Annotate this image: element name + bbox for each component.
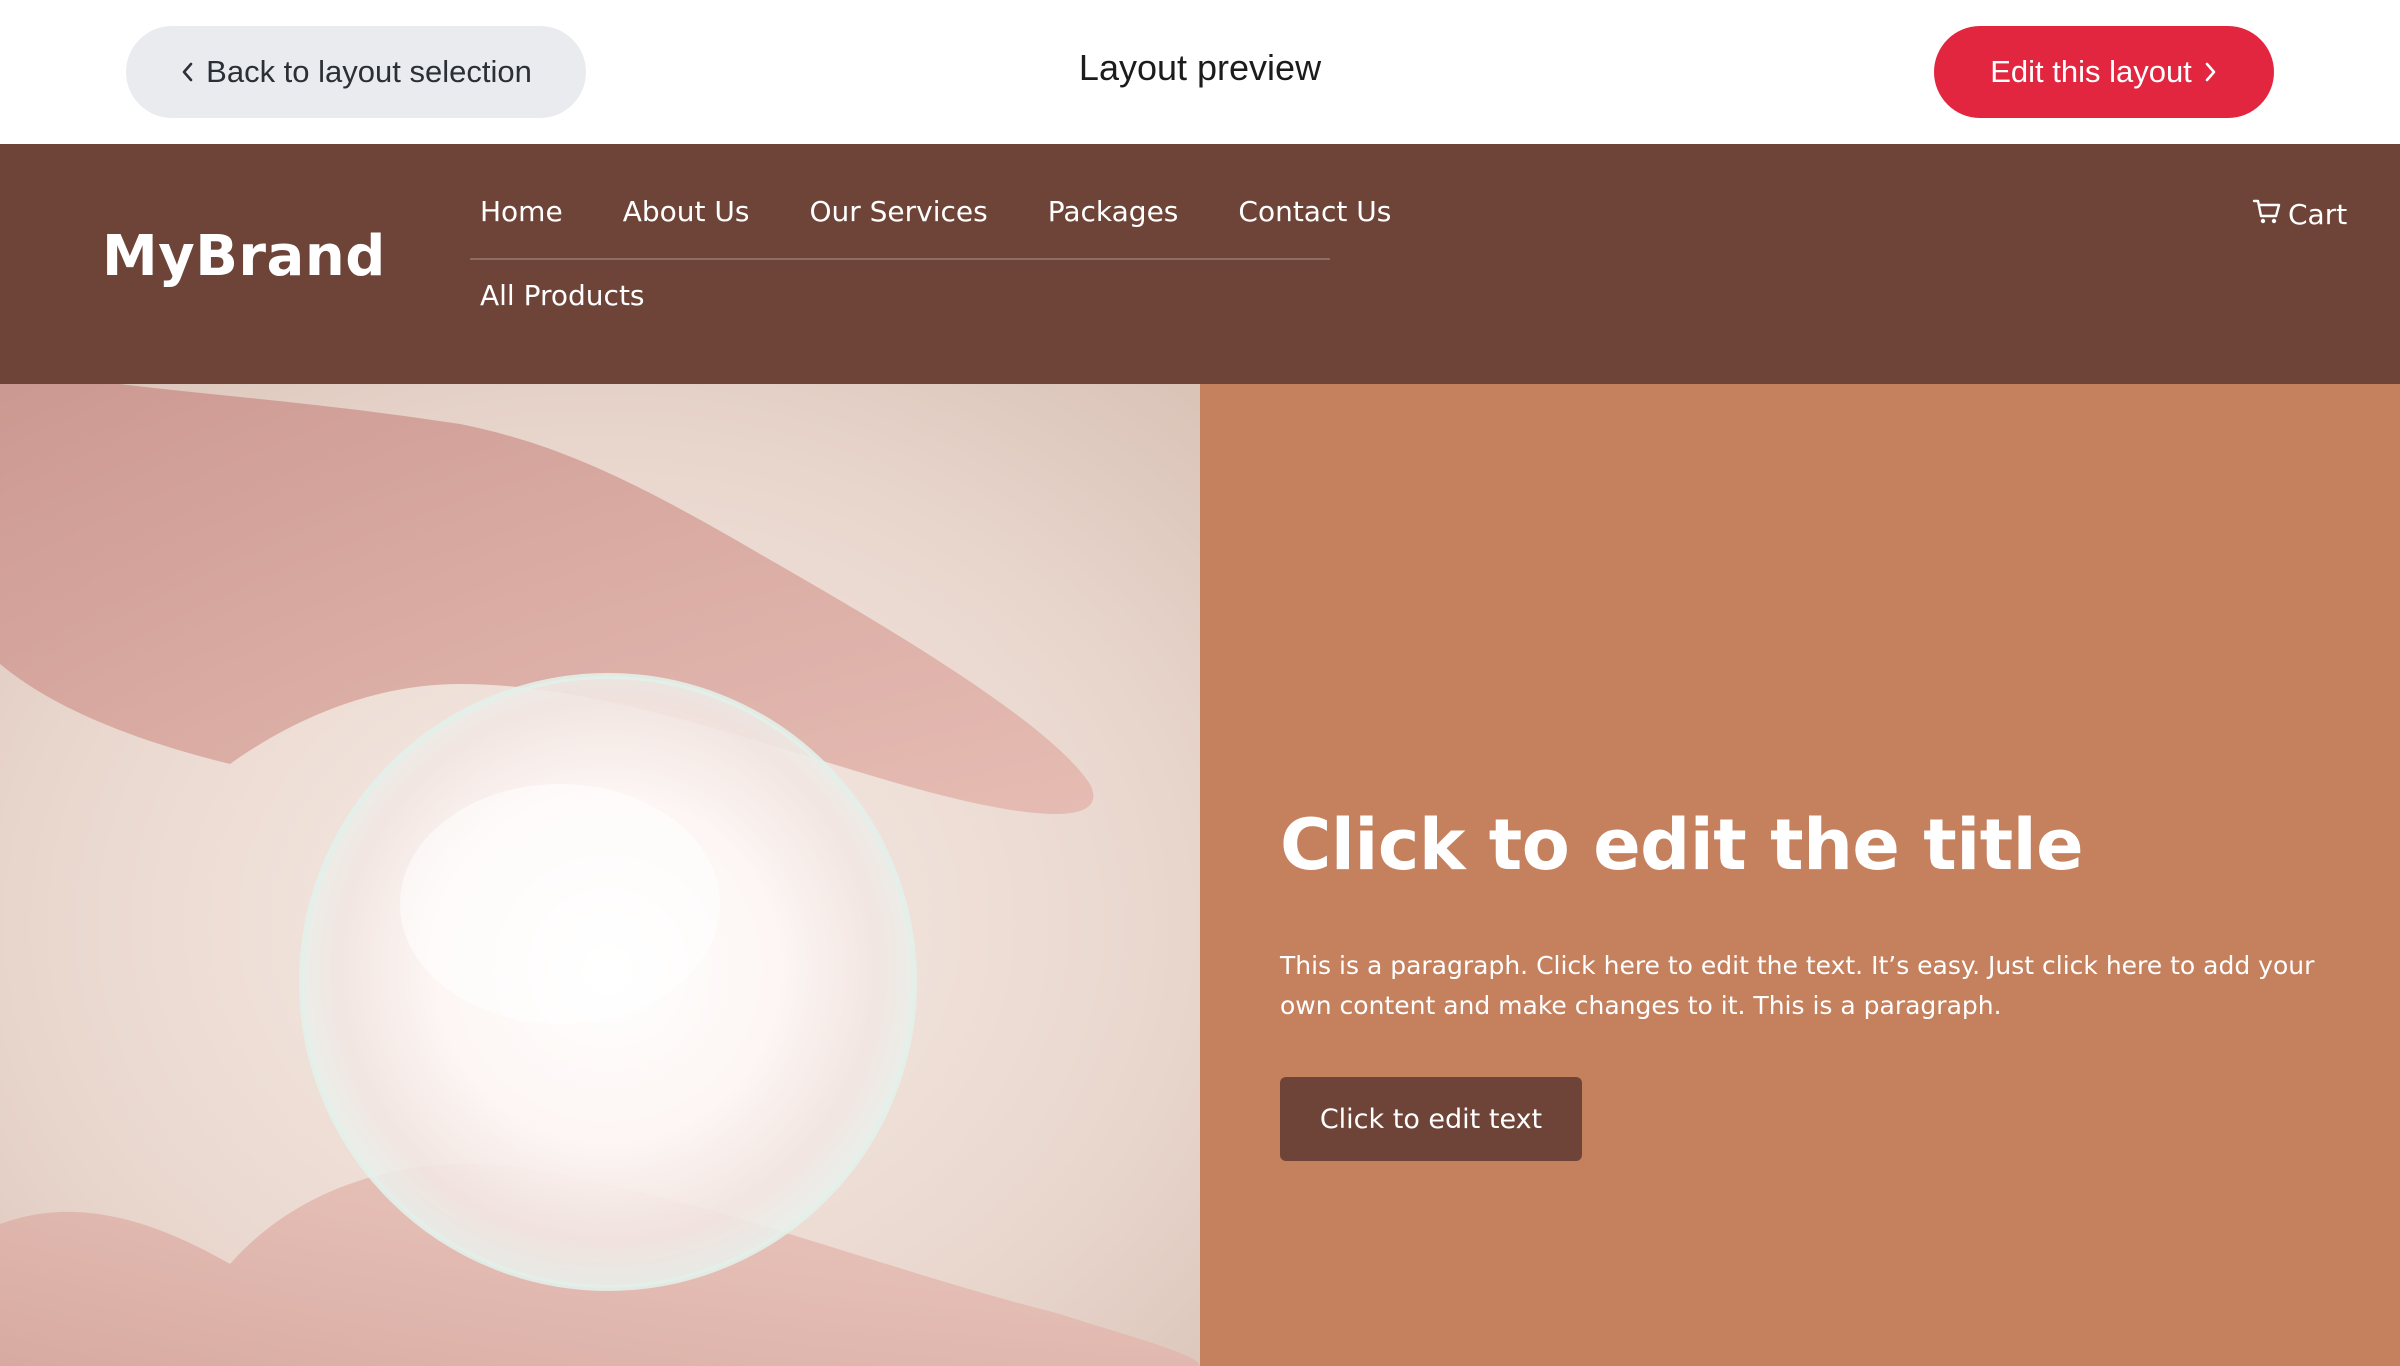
main-nav-row-2: All Products [470, 278, 695, 314]
hero-cta-button[interactable]: Click to edit text [1280, 1077, 1582, 1161]
nav-item-about-us[interactable]: About Us [613, 194, 760, 230]
chevron-left-icon [180, 61, 194, 83]
hero-paragraph[interactable]: This is a paragraph. Click here to edit … [1280, 946, 2320, 1026]
crystal-ball-hands-photo [0, 384, 1200, 1366]
nav-item-contact-us[interactable]: Contact Us [1228, 194, 1401, 230]
preview-toolbar: Back to layout selection Layout preview … [0, 0, 2400, 144]
back-to-layout-selection-button[interactable]: Back to layout selection [126, 26, 586, 118]
site-header: MyBrand Home About Us Our Services Packa… [0, 144, 2400, 384]
nav-item-all-products[interactable]: All Products [470, 278, 655, 314]
hero-content: Click to edit the title This is a paragr… [1200, 384, 2400, 1366]
main-nav: Home About Us Our Services Packages Cont… [470, 194, 1391, 260]
hero-image[interactable] [0, 384, 1200, 1366]
hero-title[interactable]: Click to edit the title [1280, 804, 2084, 886]
nav-item-our-services[interactable]: Our Services [799, 194, 997, 230]
cart-link[interactable]: Cart [2252, 196, 2347, 233]
nav-item-home[interactable]: Home [470, 194, 573, 230]
cart-icon [2252, 196, 2282, 233]
edit-this-layout-button[interactable]: Edit this layout [1934, 26, 2274, 118]
nav-item-packages[interactable]: Packages [1038, 194, 1189, 230]
back-button-label: Back to layout selection [206, 54, 532, 89]
chevron-right-icon [2204, 61, 2218, 83]
brand-logo[interactable]: MyBrand [102, 224, 386, 289]
cart-label: Cart [2288, 198, 2348, 231]
edit-button-label: Edit this layout [1990, 54, 2192, 89]
